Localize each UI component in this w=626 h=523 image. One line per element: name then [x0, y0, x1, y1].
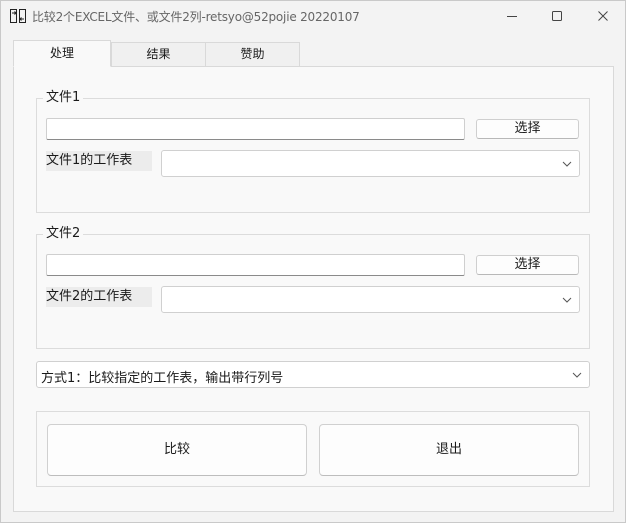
app-window: 比较2个EXCEL文件、或文件2列-retsyo@52pojie 2022010…	[0, 0, 626, 523]
maximize-icon	[552, 11, 562, 21]
chevron-down-icon	[562, 161, 572, 167]
chevron-down-icon	[572, 372, 582, 378]
tab-result[interactable]: 结果	[111, 42, 206, 67]
maximize-button[interactable]	[534, 1, 580, 31]
file2-pick-button[interactable]: 选择	[476, 255, 579, 275]
minimize-button[interactable]	[489, 1, 535, 31]
compare-arrows-icon	[10, 9, 26, 23]
close-icon	[598, 11, 608, 21]
file2-group-label: 文件2	[43, 226, 84, 242]
file1-sheet-label: 文件1的工作表	[46, 151, 152, 171]
window-title: 比较2个EXCEL文件、或文件2列-retsyo@52pojie 2022010…	[32, 10, 360, 24]
file1-group-label: 文件1	[43, 90, 84, 106]
file2-sheet-select[interactable]	[161, 286, 580, 313]
tab-process[interactable]: 处理	[13, 40, 111, 67]
exit-button[interactable]: 退出	[319, 424, 579, 476]
file1-pick-button[interactable]: 选择	[476, 119, 579, 139]
file1-sheet-select[interactable]	[161, 150, 580, 177]
close-button[interactable]	[580, 1, 626, 31]
compare-mode-select[interactable]: 方式1：比较指定的工作表，输出带行列号	[36, 361, 590, 388]
file2-sheet-label: 文件2的工作表	[46, 287, 152, 307]
file2-path-input[interactable]	[46, 254, 465, 276]
compare-mode-value: 方式1：比较指定的工作表，输出带行列号	[41, 371, 284, 386]
minimize-icon	[507, 16, 517, 17]
tab-sponsor[interactable]: 赞助	[205, 42, 300, 67]
chevron-down-icon	[562, 297, 572, 303]
file1-path-input[interactable]	[46, 118, 465, 140]
title-bar[interactable]: 比较2个EXCEL文件、或文件2列-retsyo@52pojie 2022010…	[1, 1, 625, 31]
compare-button[interactable]: 比较	[47, 424, 307, 476]
